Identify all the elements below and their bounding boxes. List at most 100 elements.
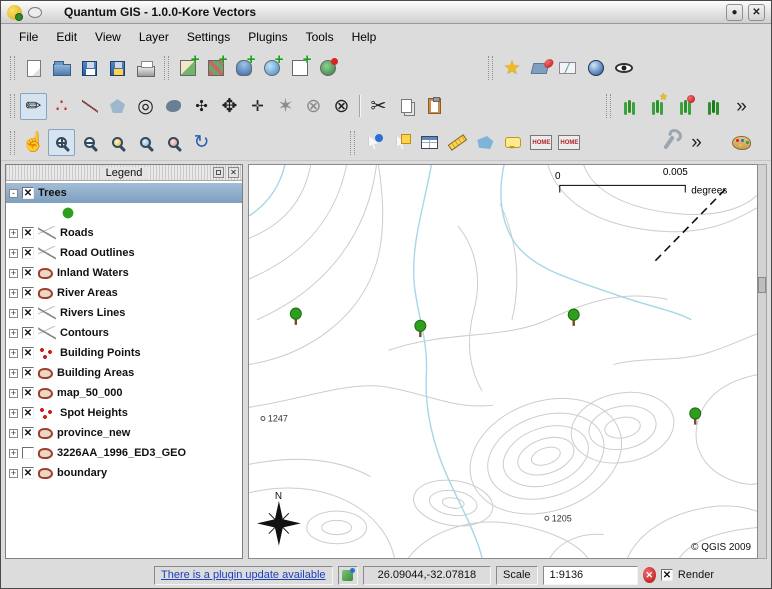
print-composer-button[interactable] [132,55,159,82]
grass-new-mapset-button[interactable] [644,93,671,120]
measure-line-button[interactable] [444,129,471,156]
save-project-as-button[interactable] [104,55,131,82]
identify-features-button[interactable] [360,129,387,156]
expander-icon[interactable]: + [9,249,18,258]
layer-visibility-checkbox[interactable] [22,287,34,299]
add-raster-layer-button[interactable] [202,55,229,82]
toolbar-drag-handle[interactable] [350,131,355,155]
move-feature-button[interactable]: ✥ [216,93,243,120]
toolbar-drag-handle[interactable] [10,94,15,118]
menu-settings[interactable]: Settings [179,27,238,47]
toolbar-drag-handle[interactable] [164,56,169,80]
open-project-button[interactable] [48,55,75,82]
add-wms-layer-button[interactable] [258,55,285,82]
new-project-button[interactable] [20,55,47,82]
layer-item-river-areas[interactable]: + River Areas [6,283,242,303]
grass-tools-button[interactable] [700,93,727,120]
grass-open-mapset-button[interactable] [616,93,643,120]
expander-icon[interactable]: + [9,269,18,278]
close-button[interactable]: ✕ [748,4,765,21]
sticky-pin-button[interactable] [28,7,42,18]
capture-polygon-button[interactable] [104,93,131,120]
layer-item-province-new[interactable]: + province_new [6,423,242,443]
layer-visibility-checkbox[interactable] [22,407,34,419]
layer-item-road-outlines[interactable]: + Road Outlines [6,243,242,263]
layer-item-spot-heights[interactable]: + Spot Heights [6,403,242,423]
paste-features-button[interactable] [421,93,448,120]
expander-icon[interactable]: + [9,409,18,418]
menu-layer[interactable]: Layer [131,27,177,47]
zoom-out-button[interactable] [76,129,103,156]
menu-file[interactable]: File [11,27,46,47]
zoom-full-button[interactable] [104,129,131,156]
delete-ring-button[interactable]: ⊗ [300,93,327,120]
save-project-button[interactable] [76,55,103,82]
expander-icon[interactable]: + [9,369,18,378]
toolbar-drag-handle[interactable] [488,56,493,80]
layer-visibility-checkbox[interactable] [22,367,34,379]
legend-panel-header[interactable]: Legend [6,165,242,181]
ring-tool-button[interactable]: ◎ [132,93,159,120]
layer-item-roads[interactable]: + Roads [6,223,242,243]
layer-visibility-checkbox[interactable] [22,427,34,439]
zoom-in-button[interactable] [48,129,75,156]
pan-map-button[interactable]: ☝ [20,129,47,156]
new-home-button[interactable]: HOME [556,129,583,156]
layer-item-trees[interactable]: - Trees [6,183,242,203]
measure-area-button[interactable] [472,129,499,156]
refresh-map-button[interactable]: ↻ [188,129,215,156]
map-vertical-scrollbar[interactable] [758,164,767,559]
open-attribute-table-button[interactable] [416,129,443,156]
scrollbar-thumb[interactable] [758,277,766,293]
check-version-button[interactable] [610,55,637,82]
layer-item-building-areas[interactable]: + Building Areas [6,363,242,383]
layer-item-map-50-000[interactable]: + map_50_000 [6,383,242,403]
menu-tools[interactable]: Tools [298,27,342,47]
toolbar-drag-handle[interactable] [606,94,611,118]
map-overview-button[interactable] [554,55,581,82]
layer-visibility-checkbox[interactable] [22,267,34,279]
layer-item-boundary[interactable]: + boundary [6,463,242,483]
toolbar-overflow-button-row3[interactable]: » [683,129,710,156]
layer-item-3226aa[interactable]: + 3226AA_1996_ED3_GEO [6,443,242,463]
layer-visibility-checkbox[interactable] [22,187,34,199]
select-features-button[interactable] [388,129,415,156]
delete-part-button[interactable]: ⊗ [328,93,355,120]
render-checkbox[interactable] [661,569,673,581]
zoom-to-selection-button[interactable] [132,129,159,156]
show-bookmarks-button[interactable] [526,55,553,82]
stop-render-icon[interactable] [643,567,656,583]
expander-icon[interactable]: + [9,329,18,338]
new-bookmark-button[interactable]: ★ [498,55,525,82]
add-vector-layer-button[interactable] [174,55,201,82]
node-tool-button[interactable]: ✣ [188,93,215,120]
layer-visibility-checkbox[interactable] [22,307,34,319]
toolbar-drag-handle[interactable] [10,56,15,80]
expander-icon[interactable]: + [9,429,18,438]
expander-icon[interactable]: + [9,229,18,238]
options-wrench-button[interactable] [655,129,682,156]
plugin-indicator[interactable] [338,566,358,585]
map-canvas[interactable]: 1247 1205 N 0 0.005 de [248,164,758,559]
close-panel-button[interactable] [228,167,239,178]
style-palette-button[interactable] [728,129,755,156]
expander-icon[interactable]: - [9,189,18,198]
layer-item-rivers-lines[interactable]: + Rivers Lines [6,303,242,323]
expander-icon[interactable]: + [9,389,18,398]
title-bar[interactable]: Quantum GIS - 1.0.0-Kore Vectors ● ✕ [1,1,771,24]
capture-line-button[interactable] [76,93,103,120]
copy-features-button[interactable] [393,93,420,120]
layer-item-contours[interactable]: + Contours [6,323,242,343]
undock-panel-button[interactable] [213,167,224,178]
expander-icon[interactable]: + [9,309,18,318]
layer-visibility-checkbox[interactable] [22,327,34,339]
toolbar-drag-handle[interactable] [10,131,15,155]
expander-icon[interactable]: + [9,349,18,358]
plugin-update-link[interactable]: There is a plugin update available [154,566,333,585]
legend-symbol-trees[interactable] [6,203,242,223]
layer-item-inland-waters[interactable]: + Inland Waters [6,263,242,283]
simplify-feature-button[interactable]: ✶ [272,93,299,120]
expander-icon[interactable]: + [9,449,18,458]
add-wfs-layer-button[interactable] [314,55,341,82]
zoom-home-button[interactable]: HOME [528,129,555,156]
